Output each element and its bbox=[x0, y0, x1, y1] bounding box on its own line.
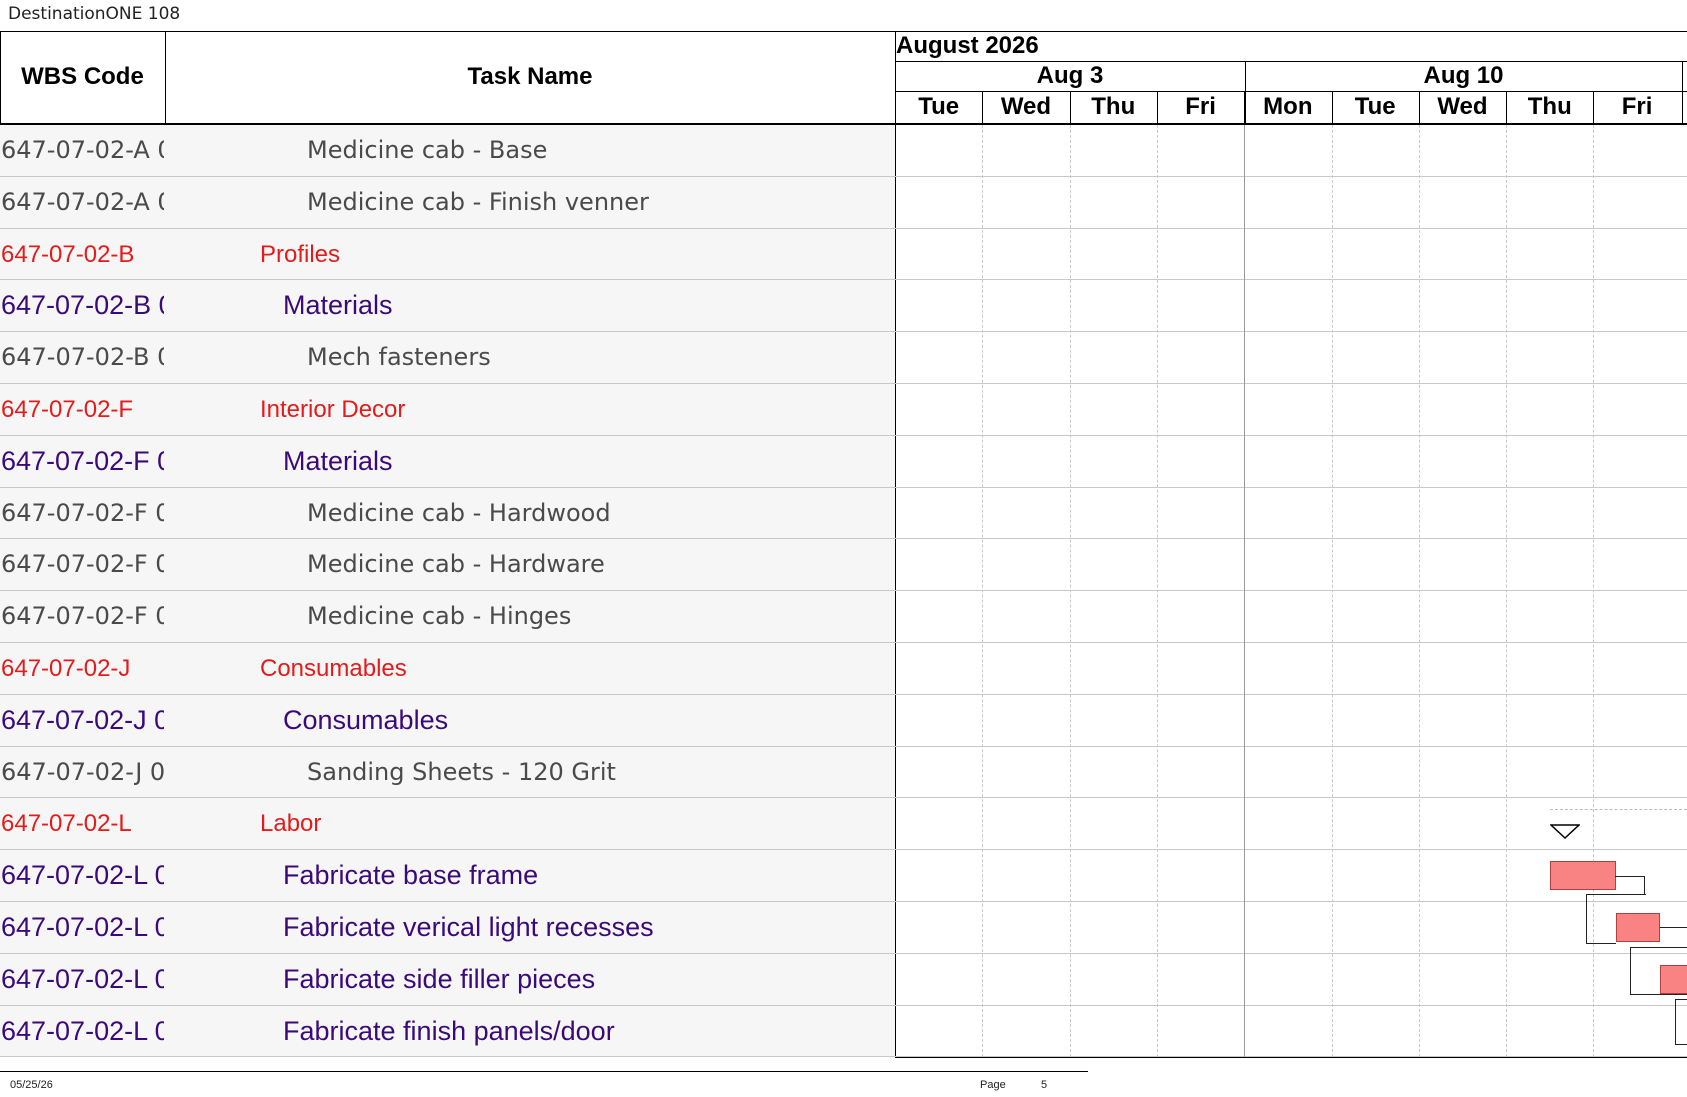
table-row[interactable]: 647-07-02-J Consumables bbox=[0, 643, 895, 695]
gantt-row[interactable] bbox=[895, 902, 1687, 954]
dependency-link bbox=[1615, 876, 1645, 895]
footer-page-label: Page bbox=[980, 1079, 1006, 1091]
wbs-code-cell: 647-07-02-F bbox=[1, 396, 134, 423]
task-name-cell: Consumables bbox=[260, 655, 407, 682]
task-name-cell: Fabricate side filler pieces bbox=[283, 963, 596, 994]
gantt-row[interactable] bbox=[895, 384, 1687, 436]
task-bar-fabricate-base-frame[interactable] bbox=[1550, 861, 1616, 890]
day-header: Thu bbox=[1527, 93, 1572, 120]
task-name-cell: Interior Decor bbox=[260, 396, 406, 423]
task-name-cell: Consumables bbox=[283, 704, 449, 735]
gantt-row[interactable] bbox=[895, 591, 1687, 643]
table-row[interactable]: 647-07-02-B Profiles bbox=[0, 228, 895, 281]
task-column-header[interactable]: Task Name bbox=[165, 31, 895, 123]
document-title: DestinationONE 108 bbox=[8, 4, 181, 24]
week-header-aug-10: Aug 10 bbox=[1423, 62, 1504, 89]
wbs-code-cell: 647-07-02-L bbox=[1, 810, 132, 838]
wbs-code-cell: 647-07-02-B bbox=[1, 240, 135, 268]
task-name-cell: Fabricate base frame bbox=[283, 860, 539, 891]
wbs-code-cell: 647-07-02-A 01 bbox=[1, 136, 164, 164]
gantt-row[interactable] bbox=[895, 1006, 1687, 1058]
wbs-code-cell: 647-07-02-F 01 bbox=[1, 602, 164, 631]
table-row[interactable]: 647-07-02-F 01 Materials bbox=[0, 435, 895, 488]
table-row[interactable]: 647-07-02-L 01 Fabricate base frame bbox=[0, 850, 895, 902]
gantt-row[interactable] bbox=[895, 539, 1687, 592]
task-bar-fabricate-light-recesses[interactable] bbox=[1616, 913, 1660, 942]
task-name-cell: Materials bbox=[283, 290, 393, 321]
task-name-cell: Medicine cab - Hardware bbox=[307, 550, 605, 579]
gantt-row[interactable] bbox=[895, 747, 1687, 799]
task-name-cell: Medicine cab - Base bbox=[307, 136, 548, 164]
wbs-code-cell: 647-07-02-B 01 bbox=[1, 290, 164, 321]
table-row[interactable]: 647-07-02-A 01 Medicine cab - Finish venn… bbox=[0, 176, 895, 229]
gantt-table: WBS Code Task Name August 2026 Aug 3 Aug… bbox=[0, 31, 1687, 1059]
table-row[interactable]: 647-07-02-F Interior Decor bbox=[0, 384, 895, 436]
wbs-code-cell: 647-07-02-J 01 bbox=[1, 704, 164, 735]
gantt-row[interactable] bbox=[895, 125, 1687, 177]
gantt-row[interactable] bbox=[895, 280, 1687, 333]
dependency-link bbox=[1660, 927, 1687, 947]
table-row[interactable]: 647-07-02-J 01 Sanding Sheets - 120 Grit bbox=[0, 746, 895, 799]
week-header-aug-3: Aug 3 bbox=[1036, 62, 1104, 89]
day-header: Wed bbox=[1000, 93, 1052, 120]
gantt-row[interactable] bbox=[895, 954, 1687, 1006]
table-row[interactable]: 647-07-02-L 01 Fabricate side filler piec… bbox=[0, 953, 895, 1006]
table-row[interactable]: 647-07-02-B 01 Mech fasteners bbox=[0, 332, 895, 384]
footer-divider bbox=[0, 1071, 1088, 1072]
day-header: Tue bbox=[918, 93, 960, 120]
table-row[interactable]: 647-07-02-J 01 Consumables bbox=[0, 694, 895, 747]
dependency-link bbox=[1586, 894, 1616, 944]
day-header: Fri bbox=[1621, 93, 1653, 120]
gantt-row[interactable] bbox=[895, 332, 1687, 384]
table-row[interactable]: 647-07-02-L 01 Fabricate verical light re… bbox=[0, 902, 895, 954]
task-name-cell: Profiles bbox=[260, 240, 341, 268]
task-name-cell: Labor bbox=[260, 810, 322, 838]
task-name-cell: Medicine cab - Hinges bbox=[307, 602, 572, 631]
day-header: Tue bbox=[1354, 93, 1396, 120]
task-name-cell: Fabricate finish panels/door bbox=[283, 1015, 615, 1046]
table-row[interactable]: 647-07-02-F 01 Medicine cab - Hardware bbox=[0, 539, 895, 592]
wbs-code-cell: 647-07-02-F 01 bbox=[1, 445, 164, 476]
table-row[interactable]: 647-07-02-F 01 Medicine cab - Hinges bbox=[0, 591, 895, 643]
footer-date: 05/25/26 bbox=[10, 1079, 53, 1091]
table-row[interactable]: 647-07-02-F 01 Medicine cab - Hardwood bbox=[0, 487, 895, 540]
wbs-column-header[interactable]: WBS Code bbox=[0, 31, 165, 123]
task-name-cell: Medicine cab - Finish venner bbox=[307, 187, 649, 216]
table-row[interactable]: 647-07-02-B 01 Materials bbox=[0, 280, 895, 333]
gantt-row[interactable] bbox=[895, 643, 1687, 695]
gantt-row[interactable] bbox=[895, 229, 1687, 281]
wbs-code-cell: 647-07-02-L 01 bbox=[1, 1015, 164, 1046]
wbs-code-cell: 647-07-02-L 01 bbox=[1, 912, 164, 942]
table-row[interactable]: 647-07-02-L Labor bbox=[0, 798, 895, 851]
month-header: August 2026 bbox=[896, 32, 1039, 59]
footer-page-number: 5 bbox=[1041, 1079, 1048, 1091]
wbs-code-cell: 647-07-02-F 01 bbox=[1, 550, 164, 579]
task-bar-fabricate-side-filler[interactable] bbox=[1660, 965, 1687, 994]
table-row[interactable]: 647-07-02-L 01 Fabricate finish panels/do… bbox=[0, 1005, 895, 1058]
gantt-row[interactable] bbox=[895, 177, 1687, 229]
dependency-link bbox=[1675, 999, 1687, 1045]
day-header: Thu bbox=[1091, 93, 1136, 120]
gantt-row[interactable] bbox=[895, 436, 1687, 488]
wbs-code-cell: 647-07-02-B 01 bbox=[1, 343, 164, 372]
task-name-cell: Medicine cab - Hardwood bbox=[307, 498, 611, 527]
day-header: Mon bbox=[1263, 93, 1313, 120]
day-header: Fri bbox=[1185, 93, 1216, 120]
summary-dashed-line bbox=[1550, 809, 1687, 810]
wbs-code-cell: 647-07-02-L 01 bbox=[1, 860, 164, 891]
wbs-code-cell: 647-07-02-L 01 bbox=[1, 963, 164, 994]
wbs-code-cell: 647-07-02-J bbox=[1, 655, 131, 682]
day-header: Wed bbox=[1437, 93, 1488, 120]
table-row[interactable]: 647-07-02-A 01 Medicine cab - Base bbox=[0, 125, 895, 177]
task-name-cell: Fabricate verical light recesses bbox=[283, 912, 654, 942]
wbs-code-cell: 647-07-02-F 01 bbox=[1, 498, 164, 527]
summary-milestone-icon[interactable] bbox=[1550, 824, 1580, 840]
task-name-cell: Mech fasteners bbox=[307, 343, 491, 372]
gantt-row[interactable] bbox=[895, 695, 1687, 747]
wbs-code-cell: 647-07-02-J 01 bbox=[1, 757, 164, 786]
task-name-cell: Sanding Sheets - 120 Grit bbox=[307, 757, 616, 786]
task-name-cell: Materials bbox=[283, 445, 393, 476]
wbs-code-cell: 647-07-02-A 01 bbox=[1, 187, 164, 216]
gantt-row[interactable] bbox=[895, 488, 1687, 540]
